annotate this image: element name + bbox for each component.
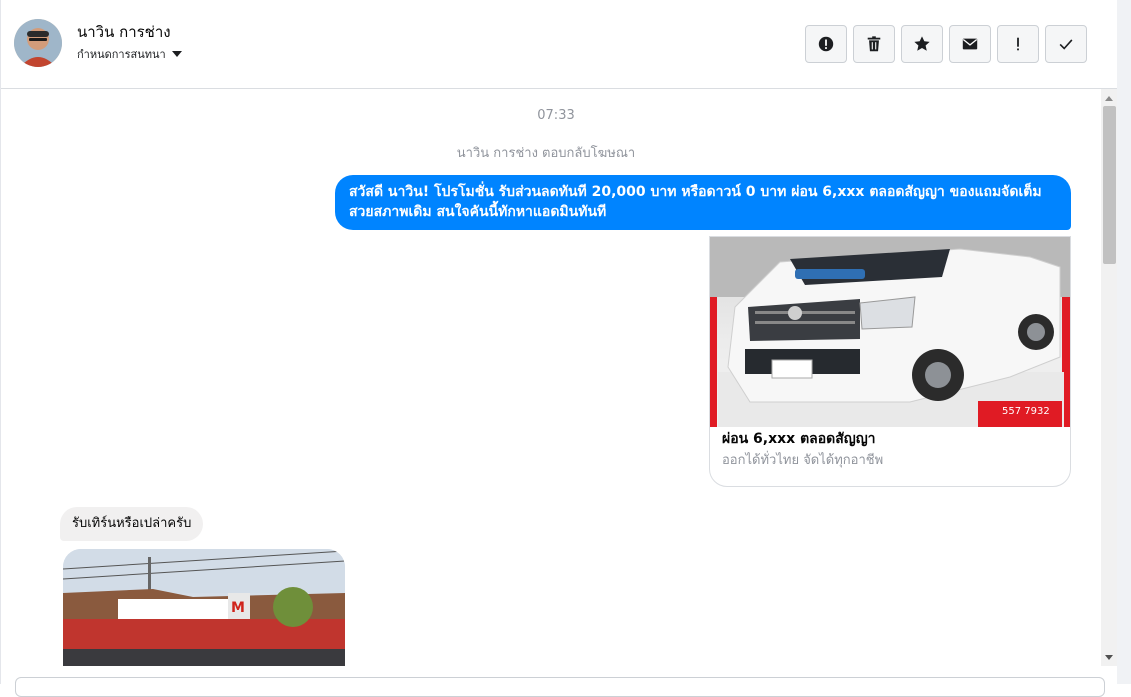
- scroll-down-arrow-icon[interactable]: [1105, 655, 1113, 660]
- exclamation-icon: [1017, 37, 1019, 51]
- incoming-message[interactable]: รับเทิร์นหรือเปล่าครับ: [60, 507, 204, 541]
- card-photo-phone: 557 7932: [1002, 406, 1050, 417]
- ad-card-subtitle: ออกได้ทั่วไทย จัดได้ทุกอาชีพ: [722, 453, 884, 468]
- car-dealership-photo[interactable]: M: [63, 549, 345, 666]
- inbox-conversation: นาวิน การช่าง กำหนดการสนทนา 07:33 นาวิน …: [0, 0, 1118, 697]
- contact-name[interactable]: นาวิน การช่าง: [77, 20, 171, 44]
- report-button[interactable]: [805, 25, 847, 63]
- envelope-icon: [962, 38, 978, 50]
- truck-illustration: 557 7932: [710, 237, 1070, 427]
- svg-text:M: M: [231, 600, 245, 616]
- person-avatar-icon: [14, 19, 62, 67]
- dealership-illustration: M: [63, 549, 345, 666]
- assign-label: กำหนดการสนทนา: [77, 48, 166, 61]
- conversation-actions: [805, 25, 1087, 63]
- contact-avatar[interactable]: [14, 19, 62, 67]
- ad-reply-note: นาวิน การช่าง ตอบกลับโฆษณา: [456, 146, 636, 161]
- conversation-header: นาวิน การช่าง กำหนดการสนทนา: [1, 0, 1118, 89]
- ad-card-title: ผ่อน 6,xxx ตลอดสัญญา: [722, 431, 876, 447]
- important-button[interactable]: [997, 25, 1039, 63]
- star-icon: [914, 36, 930, 51]
- message-composer[interactable]: [15, 677, 1105, 697]
- window-edge: [1117, 0, 1131, 684]
- pickup-truck-photo: 557 7932: [710, 237, 1070, 427]
- alert-circle-icon: [818, 36, 834, 52]
- thread-scrollbar[interactable]: [1101, 89, 1118, 666]
- scroll-up-arrow-icon[interactable]: [1105, 96, 1113, 101]
- check-icon: [1059, 39, 1073, 50]
- assign-conversation-dropdown[interactable]: กำหนดการสนทนา: [77, 45, 182, 63]
- trash-icon: [867, 36, 881, 52]
- caret-down-icon: [171, 51, 182, 57]
- ad-card[interactable]: 557 7932 ผ่อน 6,xxx ตลอดสัญญา ออกได้ทั่ว…: [709, 236, 1071, 487]
- star-button[interactable]: [901, 25, 943, 63]
- mark-unread-button[interactable]: [949, 25, 991, 63]
- mark-done-button[interactable]: [1045, 25, 1087, 63]
- outgoing-message[interactable]: สวัสดี นาวิน! โปรโมชั่น รับส่วนลดทันที 2…: [335, 175, 1071, 230]
- delete-button[interactable]: [853, 25, 895, 63]
- message-thread[interactable]: 07:33 นาวิน การช่าง ตอบกลับโฆษณา สวัสดี …: [1, 89, 1101, 666]
- message-timestamp: 07:33: [537, 108, 575, 123]
- scroll-thumb[interactable]: [1103, 106, 1116, 264]
